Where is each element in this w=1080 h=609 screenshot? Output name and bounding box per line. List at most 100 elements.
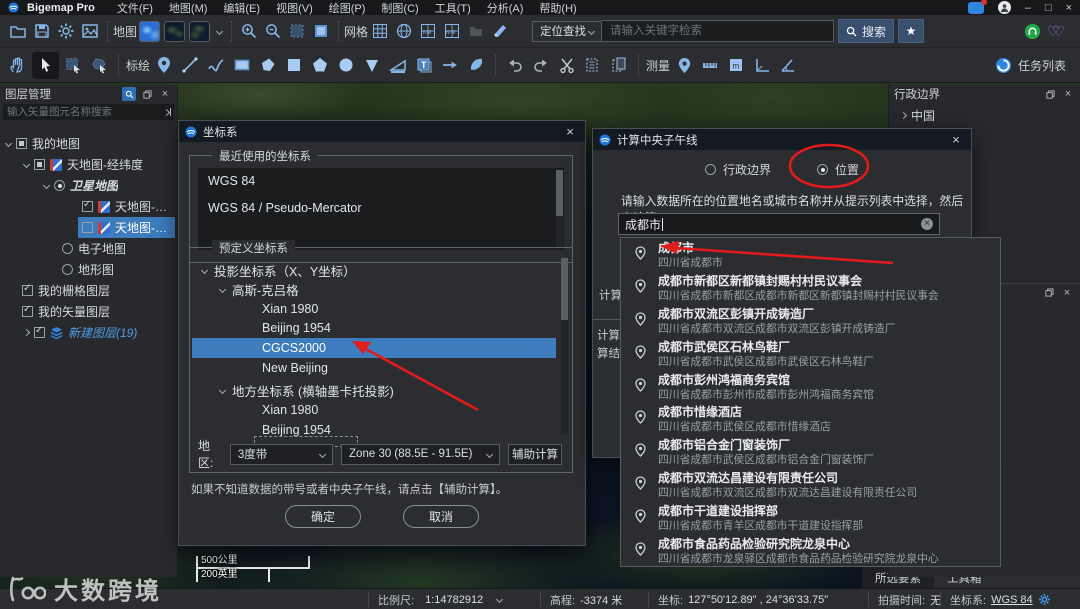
scrollbar[interactable] bbox=[556, 170, 563, 248]
location-input[interactable]: 成都市 × bbox=[618, 213, 940, 235]
menu-item[interactable]: 地图(M) bbox=[169, 0, 208, 16]
float-panel-icon[interactable] bbox=[140, 87, 154, 101]
settings-gear-icon[interactable] bbox=[54, 18, 78, 44]
meridian-dialog-titlebar[interactable]: 计算中央子午线 × bbox=[593, 129, 971, 150]
pan-hand-icon[interactable] bbox=[6, 52, 30, 78]
clear-input-icon[interactable]: × bbox=[921, 218, 933, 230]
km-grid-icon[interactable]: KM bbox=[416, 18, 440, 44]
location-suggestion-item[interactable]: 成都市 四川省成都市 bbox=[621, 238, 1000, 271]
radio-admin-boundary[interactable]: 行政边界 bbox=[704, 161, 771, 178]
layer-search-input[interactable] bbox=[3, 104, 160, 120]
radio-location[interactable]: 位置 bbox=[817, 161, 859, 178]
full-extent-icon[interactable] bbox=[285, 18, 309, 44]
image-export-icon[interactable] bbox=[78, 18, 102, 44]
arrow-icon[interactable] bbox=[438, 52, 462, 78]
grid-icon[interactable] bbox=[368, 18, 392, 44]
box-zoom-icon[interactable] bbox=[309, 18, 333, 44]
close-icon[interactable]: × bbox=[947, 132, 965, 147]
admin-tree-item[interactable]: 中国 bbox=[889, 105, 1078, 126]
crs-settings-gear-icon[interactable] bbox=[1038, 593, 1051, 606]
assist-calc-button[interactable]: 辅助计算 bbox=[508, 443, 563, 465]
checkbox-unchecked[interactable] bbox=[82, 222, 93, 233]
pentagon-icon[interactable] bbox=[308, 52, 332, 78]
layer-row[interactable]: 电子地图 bbox=[0, 238, 175, 259]
location-suggestion-item[interactable]: 成都市新都区新都镇封赐村村民议事会 四川省成都市新都区成都市新都区新都镇封赐村村… bbox=[621, 271, 1000, 304]
location-suggestion-item[interactable]: 成都市武侯区石林鸟鞋厂 四川省成都市武侯区成都市武侯区石林鸟鞋厂 bbox=[621, 337, 1000, 370]
locate-mode-select[interactable]: 定位查找 bbox=[532, 20, 602, 42]
menu-item[interactable]: 文件(F) bbox=[117, 0, 153, 16]
float-panel-icon[interactable] bbox=[1043, 87, 1057, 101]
checkbox-checked[interactable] bbox=[82, 199, 93, 212]
cut-icon[interactable] bbox=[555, 52, 579, 78]
lasso-select-icon[interactable] bbox=[87, 52, 111, 78]
crs-tree-item[interactable]: 投影坐标系（X、Y坐标） bbox=[192, 260, 556, 280]
crs-tree-item-selected[interactable]: CGCS2000 bbox=[192, 338, 556, 358]
map-style-chevron-down-icon[interactable] bbox=[212, 24, 226, 38]
menu-item[interactable]: 工具(T) bbox=[435, 0, 471, 16]
checkbox-checked[interactable] bbox=[22, 304, 33, 317]
square-icon[interactable] bbox=[282, 52, 306, 78]
band-select[interactable]: 3度带 bbox=[229, 443, 334, 465]
crs-tree-item[interactable]: 地方坐标系 (横轴墨卡托投影) bbox=[192, 380, 556, 400]
crs-dialog-titlebar[interactable]: 坐标系 × bbox=[179, 121, 585, 142]
keyword-search-input[interactable] bbox=[602, 20, 834, 42]
layer-row[interactable]: 卫星地图 bbox=[0, 175, 175, 196]
measure-point-icon[interactable] bbox=[672, 52, 696, 78]
menu-item[interactable]: 编辑(E) bbox=[223, 0, 260, 16]
zoom-in-icon[interactable] bbox=[237, 18, 261, 44]
checkbox-partial[interactable] bbox=[34, 159, 45, 170]
menu-item[interactable]: 分析(A) bbox=[487, 0, 524, 16]
paste-icon[interactable] bbox=[607, 52, 631, 78]
undo-icon[interactable] bbox=[503, 52, 527, 78]
select-cursor-icon[interactable] bbox=[32, 51, 59, 79]
location-suggestion-item[interactable]: 成都市干道建设指挥部 四川省成都市青羊区成都市干道建设指挥部 bbox=[621, 501, 1000, 534]
radio-on[interactable] bbox=[54, 180, 65, 191]
checkbox-partial[interactable] bbox=[16, 138, 27, 149]
maximize-icon[interactable]: □ bbox=[1045, 2, 1052, 14]
point-marker-icon[interactable] bbox=[152, 52, 176, 78]
layer-row[interactable]: 地形图 bbox=[0, 259, 175, 280]
float-panel-icon[interactable] bbox=[1042, 286, 1056, 300]
checkbox-checked[interactable] bbox=[22, 283, 33, 296]
location-suggestion-item[interactable]: 成都市彭州鸿福商务宾馆 四川省成都市彭州市成都市彭州鸿福商务宾馆 bbox=[621, 370, 1000, 403]
service-green-icon[interactable] bbox=[1020, 18, 1044, 44]
minimize-icon[interactable]: – bbox=[1025, 2, 1031, 14]
ok-button[interactable]: 确定 bbox=[285, 505, 361, 528]
layer-row[interactable]: 天地图-卫星地图-... bbox=[0, 196, 175, 217]
task-list-icon[interactable] bbox=[992, 52, 1016, 78]
zone-select[interactable]: Zone 30 (88.5E - 91.5E) bbox=[341, 443, 501, 465]
crs-recent-item[interactable]: WGS 84 bbox=[198, 168, 564, 195]
scale-select[interactable]: 1:14782912 bbox=[419, 591, 508, 608]
location-suggestion-item[interactable]: 成都市铝合金门窗装饰厂 四川省成都市武侯区成都市铝合金门窗装饰厂 bbox=[621, 435, 1000, 468]
layer-row[interactable]: 我的栅格图层 bbox=[0, 280, 175, 301]
menu-item[interactable]: 帮助(H) bbox=[539, 0, 576, 16]
crs-value-link[interactable]: WGS 84 bbox=[991, 594, 1033, 606]
crs-tree-item[interactable]: Xian 1980 bbox=[192, 299, 556, 319]
polygon-icon[interactable] bbox=[256, 52, 280, 78]
rectangle-icon[interactable] bbox=[230, 52, 254, 78]
scrollbar[interactable] bbox=[561, 258, 568, 434]
map-thumbnail-satellite[interactable] bbox=[139, 20, 161, 42]
polyline-icon[interactable] bbox=[204, 52, 228, 78]
layer-row[interactable]: 天地图-经纬度 bbox=[0, 154, 175, 175]
crs-tree-item[interactable]: 高斯-克吕格 bbox=[192, 279, 556, 299]
map-thumbnail-dark-2[interactable] bbox=[189, 20, 211, 42]
marquee-select-icon[interactable] bbox=[61, 52, 85, 78]
collapse-search-icon[interactable] bbox=[160, 105, 174, 119]
save-icon[interactable] bbox=[30, 18, 54, 44]
crs-recent-item[interactable]: WGS 84 / Pseudo-Mercator bbox=[198, 195, 564, 222]
layer-search-icon[interactable] bbox=[122, 87, 136, 101]
copy-icon[interactable] bbox=[581, 52, 605, 78]
map-thumbnail-dark-1[interactable] bbox=[164, 20, 186, 42]
text-label-icon[interactable]: T bbox=[412, 52, 436, 78]
measure-height-icon[interactable] bbox=[750, 52, 774, 78]
slope-icon[interactable] bbox=[386, 52, 410, 78]
crs-tree-item[interactable]: Beijing 1954 bbox=[192, 318, 556, 338]
measure-area-icon[interactable]: m bbox=[724, 52, 748, 78]
ellipse-icon[interactable] bbox=[334, 52, 358, 78]
menu-item[interactable]: 绘图(P) bbox=[329, 0, 366, 16]
lat-lng-grid-icon[interactable] bbox=[392, 18, 416, 44]
layer-row[interactable]: 新建图层(19) bbox=[0, 322, 175, 343]
radio-off[interactable] bbox=[62, 243, 73, 254]
cancel-button[interactable]: 取消 bbox=[403, 505, 479, 528]
